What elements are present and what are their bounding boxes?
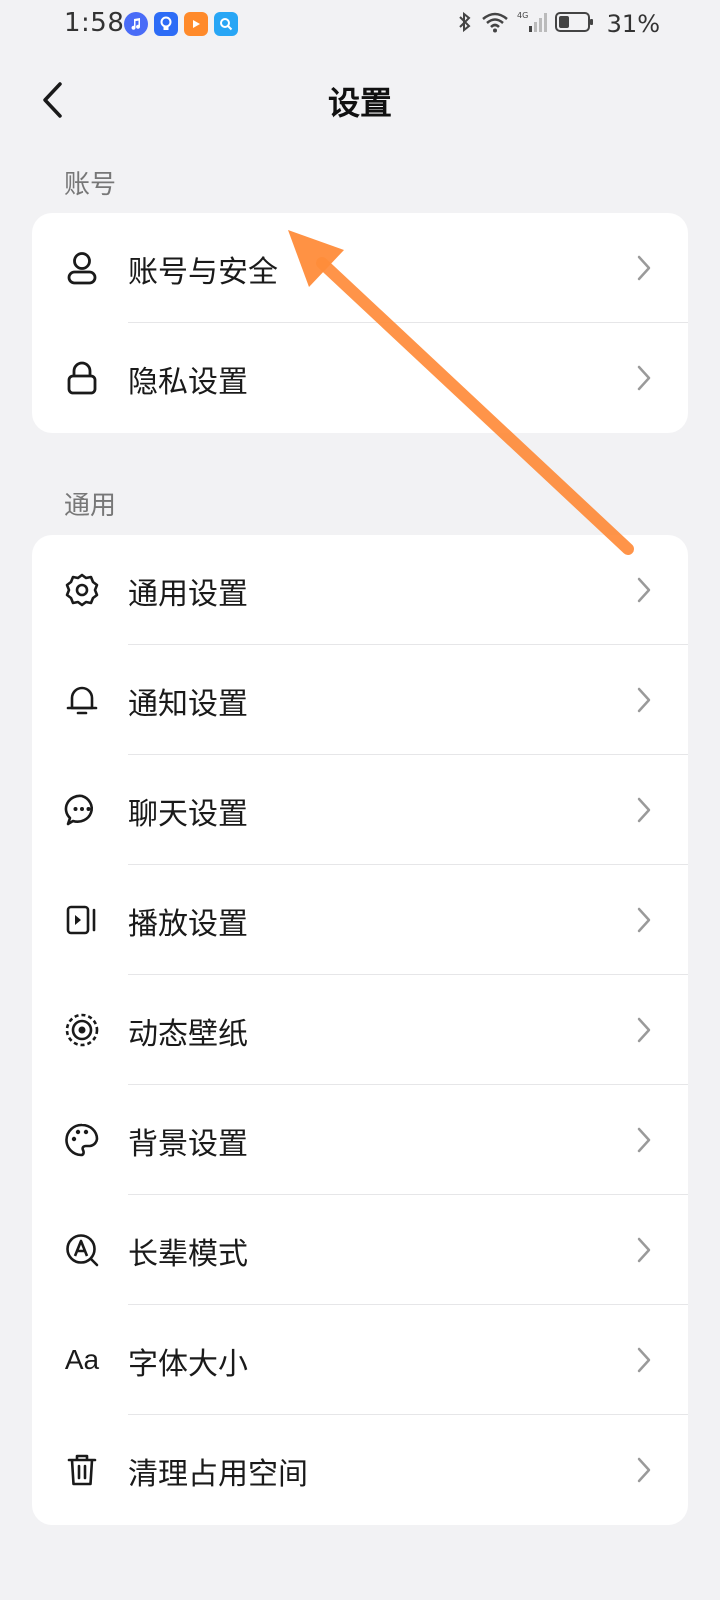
chevron-right-icon [637,577,651,603]
status-bar: 1:58 4G 31% [0,0,720,50]
live-wallpaper-icon [64,1012,100,1048]
chevron-right-icon [637,1017,651,1043]
bell-icon [64,682,100,718]
settings-row-font-size[interactable]: Aa 字体大小 [32,1305,688,1415]
network-type-label: 4G [517,11,528,20]
settings-row-playback[interactable]: 播放设置 [32,865,688,975]
settings-row-privacy[interactable]: 隐私设置 [32,323,688,433]
palette-icon [64,1122,100,1158]
notification-icons [124,12,238,36]
settings-row-label: 背景设置 [128,1127,248,1162]
status-time: 1:58 [64,8,125,38]
settings-row-clear-storage[interactable]: 清理占用空间 [32,1415,688,1525]
settings-row-live-wallpaper[interactable]: 动态壁纸 [32,975,688,1085]
account-card: 账号与安全 隐私设置 [32,213,688,433]
chevron-right-icon [637,365,651,391]
settings-row-label: 字体大小 [128,1347,248,1382]
chevron-right-icon [637,1237,651,1263]
battery-percent: 31% [606,10,660,38]
search-app-icon [214,12,238,36]
lock-icon [64,360,100,396]
settings-row-label: 动态壁纸 [128,1017,248,1052]
play-icon [64,902,100,938]
music-icon [124,12,148,36]
section-label-general: 通用 [64,491,117,521]
gear-icon [64,572,100,608]
video-app-icon [184,12,208,36]
settings-row-elder-mode[interactable]: 长辈模式 [32,1195,688,1305]
wifi-icon [481,11,509,37]
bulb-app-icon [154,12,178,36]
settings-row-chat[interactable]: 聊天设置 [32,755,688,865]
settings-row-label: 通用设置 [128,577,248,612]
settings-row-label: 通知设置 [128,687,248,722]
chat-bubble-icon [64,792,100,828]
settings-row-label: 聊天设置 [128,797,248,832]
settings-row-label: 隐私设置 [128,365,248,400]
bluetooth-icon [457,10,473,38]
chevron-right-icon [637,797,651,823]
settings-row-background[interactable]: 背景设置 [32,1085,688,1195]
trash-icon [64,1452,100,1488]
settings-row-notifications[interactable]: 通知设置 [32,645,688,755]
cellular-signal-icon: 4G [517,10,547,38]
chevron-right-icon [637,255,651,281]
user-icon [64,250,100,286]
page-title: 设置 [327,84,392,122]
settings-row-label: 清理占用空间 [128,1457,308,1492]
chevron-right-icon [637,687,651,713]
font-size-icon: Aa [64,1344,100,1375]
settings-screen: 1:58 4G 31% 设置 账号 账号与安全 隐私设置 通用 通用设置 通知设… [0,0,720,1600]
battery-icon [554,11,595,37]
settings-row-label: 播放设置 [128,907,248,942]
status-indicators: 4G 31% [457,10,660,38]
chevron-right-icon [637,907,651,933]
elder-mode-icon [64,1232,100,1268]
chevron-right-icon [637,1457,651,1483]
chevron-right-icon [637,1347,651,1373]
general-card: 通用设置 通知设置 聊天设置 播放设置 动态壁纸 背景设置 长辈模式 Aa 字体… [32,535,688,1525]
settings-row-label: 账号与安全 [128,255,278,290]
settings-row-general[interactable]: 通用设置 [32,535,688,645]
settings-row-account-security[interactable]: 账号与安全 [32,213,688,323]
settings-row-label: 长辈模式 [128,1237,248,1272]
app-header: 设置 [0,60,720,140]
section-label-account: 账号 [64,170,117,200]
chevron-right-icon [637,1127,651,1153]
